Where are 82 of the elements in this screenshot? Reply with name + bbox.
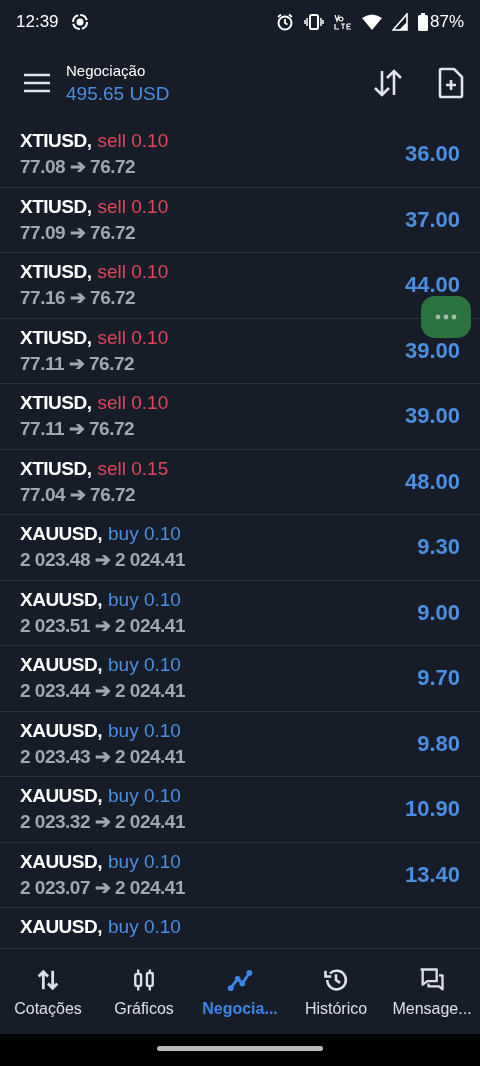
profit-value: 44.00 (404, 272, 460, 299)
symbol-label: XAUUSD, (20, 850, 102, 873)
price-range: 77.09 ➔ 76.72 (20, 220, 137, 244)
position-row[interactable]: XTIUSD, sell 0.15 77.04 ➔ 76.72 48.00 (0, 449, 480, 515)
order-type: buy 0.10 (108, 850, 181, 873)
order-type: sell 0.10 (97, 392, 169, 415)
position-row[interactable]: XTIUSD, sell 0.10 77.11 ➔ 76.72 39.00 (0, 384, 480, 450)
battery-percent: 87% (429, 12, 464, 32)
battery-icon (417, 13, 428, 31)
price-range: 77.08 ➔ 76.72 (20, 155, 137, 179)
symbol-label: XTIUSD, (20, 195, 92, 218)
order-type: buy 0.10 (108, 916, 181, 938)
messages-icon (418, 965, 446, 994)
price-range: 2 023.43 ➔ 2 024.41 (20, 744, 186, 768)
alarm-icon (275, 13, 294, 31)
order-type: sell 0.10 (97, 326, 169, 349)
price-range: 2 023.07 ➔ 2 024.41 (20, 875, 186, 899)
symbol-label: XAUUSD, (20, 719, 102, 742)
position-row[interactable]: XTIUSD, sell 0.10 77.08 ➔ 76.72 36.00 (0, 122, 480, 188)
symbol-label: XTIUSD, (20, 130, 92, 153)
balance-amount: 495.65 USD (66, 82, 171, 105)
price-range: 2 023.51 ➔ 2 024.41 (20, 613, 186, 637)
signal-icon (391, 13, 408, 31)
sort-button[interactable] (372, 69, 404, 97)
order-type: sell 0.10 (97, 261, 169, 284)
price-range: 2 023.44 ➔ 2 024.41 (20, 679, 186, 703)
price-range: 77.16 ➔ 76.72 (20, 286, 137, 310)
profit-value: 39.00 (404, 403, 460, 430)
nav-tab[interactable]: Histórico (288, 949, 384, 1034)
order-type: buy 0.10 (108, 588, 181, 611)
record-icon (70, 13, 89, 31)
screen-title: Negociação (66, 61, 147, 79)
order-type: buy 0.10 (108, 719, 181, 742)
position-row[interactable]: XAUUSD, buy 0.10 2 023.48 ➔ 2 024.41 9.30 (0, 515, 480, 581)
position-row[interactable]: XAUUSD, buy 0.10 2 023.51 ➔ 2 024.41 9.00 (0, 580, 480, 646)
nav-tab[interactable]: Mensage... (384, 949, 480, 1034)
profit-value: 9.30 (417, 534, 460, 561)
price-range: 2 023.48 ➔ 2 024.41 (20, 548, 186, 572)
nav-tab[interactable]: Cotações (0, 949, 96, 1034)
position-row[interactable]: XTIUSD, sell 0.10 77.09 ➔ 76.72 37.00 (0, 187, 480, 253)
symbol-label: XAUUSD, (20, 588, 102, 611)
symbol-label: XAUUSD, (20, 785, 102, 808)
profit-value: 36.00 (404, 141, 460, 168)
price-range: 2 023.32 ➔ 2 024.41 (20, 810, 186, 834)
position-row[interactable]: XAUUSD, buy 0.10 2 023.32 ➔ 2 024.41 10.90 (0, 777, 480, 843)
vibrate-icon (303, 13, 324, 31)
profit-value: 39.00 (404, 337, 460, 364)
price-range: 77.04 ➔ 76.72 (20, 482, 137, 506)
price-range: 77.11 ➔ 76.72 (20, 351, 136, 375)
volte-icon (333, 13, 352, 31)
profit-value: 9.80 (417, 730, 460, 757)
position-row[interactable]: XAUUSD, buy 0.10 2 023.07 ➔ 2 024.41 13.40 (0, 842, 480, 908)
nav-tab[interactable]: Gráficos (96, 949, 192, 1034)
position-row[interactable]: XAUUSD, buy 0.10 2 023.43 ➔ 2 024.41 9.80 (0, 711, 480, 777)
symbol-label: XTIUSD, (20, 392, 92, 415)
order-type: buy 0.10 (108, 523, 181, 546)
order-type: sell 0.10 (97, 130, 169, 153)
floating-bubble[interactable] (421, 296, 471, 338)
symbol-label: XTIUSD, (20, 457, 92, 480)
wifi-icon (361, 14, 382, 30)
new-order-button[interactable] (438, 67, 464, 99)
symbol-label: XTIUSD, (20, 261, 92, 284)
price-range: 77.11 ➔ 76.72 (20, 417, 136, 441)
status-time: 12:39 (16, 12, 59, 32)
symbol-label: XAUUSD, (20, 654, 102, 677)
symbol-label: XAUUSD, (20, 523, 102, 546)
order-type: buy 0.10 (108, 785, 181, 808)
nav-tab[interactable]: Negocia... (192, 949, 288, 1034)
symbol-label: XAUUSD, (20, 916, 102, 938)
profit-value: 10.90 (404, 796, 460, 823)
order-type: sell 0.15 (97, 457, 169, 480)
profit-value: 9.00 (417, 599, 460, 626)
profit-value: 9.70 (417, 665, 460, 692)
position-row[interactable]: XAUUSD, buy 0.10 (0, 908, 480, 948)
menu-icon[interactable] (24, 73, 50, 93)
profit-value: 37.00 (404, 206, 460, 233)
order-type: sell 0.10 (97, 195, 169, 218)
symbol-label: XTIUSD, (20, 326, 92, 349)
order-type: buy 0.10 (108, 654, 181, 677)
profit-value: 13.40 (404, 861, 460, 888)
profit-value: 48.00 (404, 468, 460, 495)
position-row[interactable]: XAUUSD, buy 0.10 2 023.44 ➔ 2 024.41 9.70 (0, 646, 480, 712)
